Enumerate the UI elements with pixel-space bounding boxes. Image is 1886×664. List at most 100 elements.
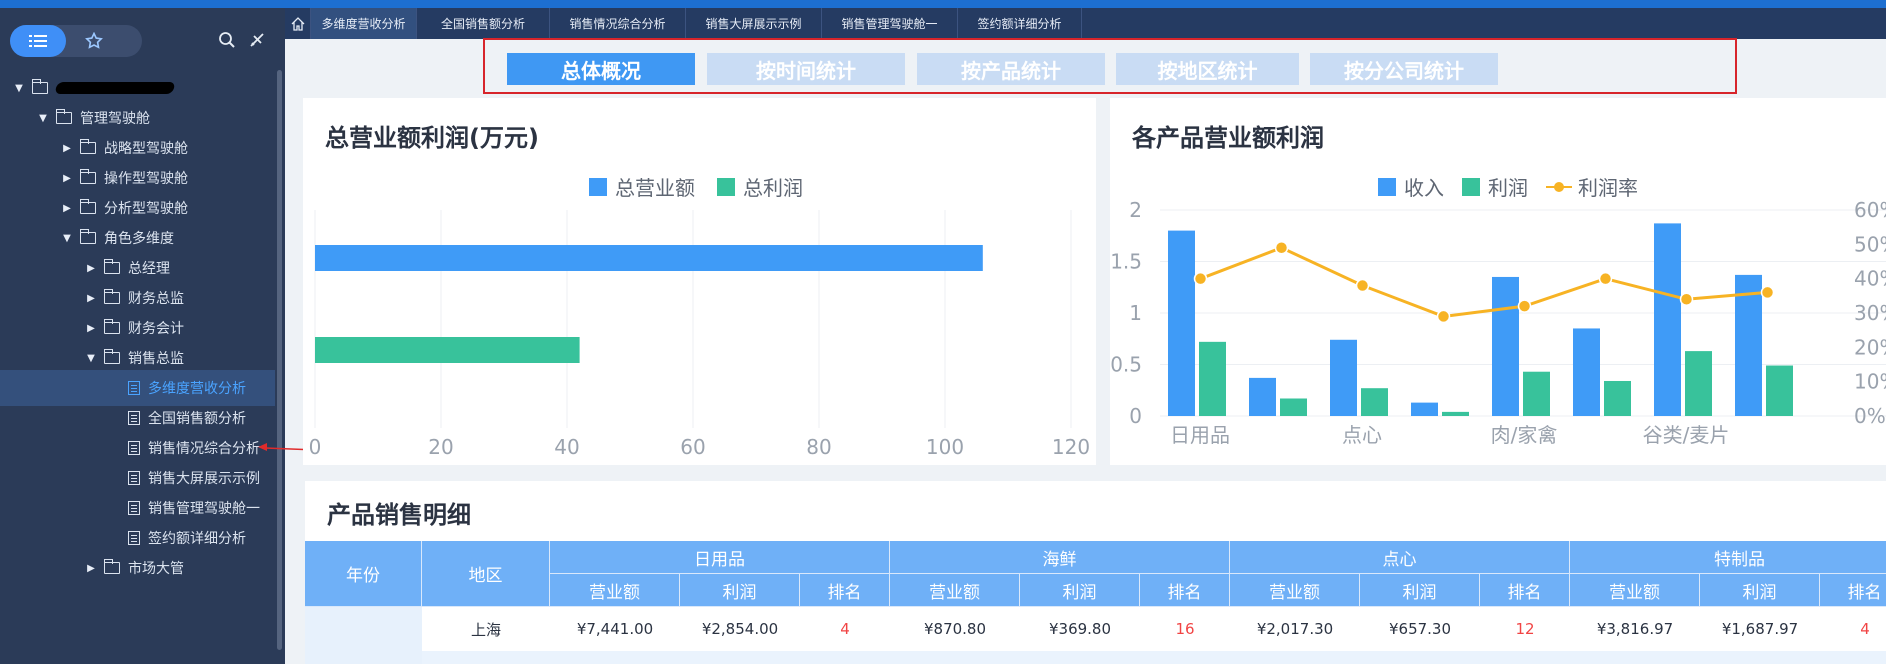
tab-sales-bigscreen[interactable]: 销售大屏展示示例 (686, 8, 822, 39)
header-subcol[interactable]: 营业额 (1570, 574, 1700, 607)
star-icon (85, 32, 103, 49)
bar-利润[interactable] (1523, 371, 1550, 416)
cell-revenue: ¥3,816.97 (1596, 620, 1674, 638)
revenue-profit-chart: 0 20 40 60 80 100 120 (309, 210, 1090, 459)
header-group[interactable]: 海鲜 (890, 541, 1230, 574)
folder-icon (104, 259, 120, 274)
tree-label: 财务会计 (128, 321, 184, 337)
y2-tick-label: 50% (1854, 232, 1886, 256)
search-icon[interactable] (217, 30, 237, 50)
x-tick-label: 120 (1052, 435, 1090, 459)
bar-利润[interactable] (1604, 380, 1631, 416)
header-subcol[interactable]: 利润 (1360, 574, 1480, 607)
cell-profit: ¥2,854.00 (701, 620, 779, 638)
bar-收入[interactable] (1654, 223, 1681, 416)
bar-利润[interactable] (1199, 341, 1226, 416)
header-year[interactable]: 年份 (305, 541, 422, 607)
filter-label: 按地区统计 (1157, 58, 1258, 83)
header-subcol[interactable]: 排名 (800, 574, 890, 607)
bar-收入[interactable] (1573, 328, 1600, 416)
profit-rate-point[interactable] (1760, 285, 1775, 300)
tab-national-sales[interactable]: 全国销售额分析 (417, 8, 550, 39)
caret-right-icon: ▶ (87, 262, 95, 274)
cell-revenue: ¥7,441.00 (576, 620, 654, 638)
bar-收入[interactable] (1168, 230, 1195, 416)
filter-by-region-button[interactable]: 按地区统计 (1116, 53, 1299, 85)
document-icon (128, 441, 140, 455)
x-tick-label: 60 (680, 435, 705, 459)
y2-tick-label: 20% (1854, 335, 1886, 359)
profit-rate-point[interactable] (1274, 241, 1289, 255)
tab-label: 销售大屏展示示例 (705, 17, 802, 31)
sidebar: ▼ ▼ 管理驾驶舱 ▶ 战略型驾驶舱 ▶ 操作型驾驶舱 ▶ 分析型驾驶舱 ▼ 角色多维度 … (0, 8, 285, 664)
header-subcol[interactable]: 营业额 (1230, 574, 1360, 607)
filter-overview-button[interactable]: 总体概况 (507, 53, 695, 85)
header-group[interactable]: 特制品 (1570, 541, 1886, 574)
filter-by-branch-button[interactable]: 按分公司统计 (1310, 53, 1498, 85)
y2-tick-label: 0% (1854, 404, 1886, 428)
product-chart-panel: 各产品营业额利润 收入 利润 利润率 00.511.520%10%20%30%4… (1110, 98, 1886, 465)
view-toggle (10, 25, 142, 57)
clear-filter-icon[interactable] (247, 30, 267, 50)
document-icon (128, 531, 140, 545)
tab-sales-overview[interactable]: 销售情况综合分析 (550, 8, 686, 39)
tree-item-market[interactable]: ▶ 市场大管 (0, 550, 275, 586)
tab-multidim-revenue[interactable]: 多维度营收分析 (311, 8, 417, 39)
profit-rate-point[interactable] (1193, 271, 1208, 286)
profit-rate-point[interactable] (1679, 292, 1694, 307)
caret-right-icon: ▶ (87, 322, 95, 334)
bar-利润[interactable] (1442, 411, 1469, 416)
header-subcol[interactable]: 营业额 (890, 574, 1020, 607)
tab-label: 销售管理驾驶舱一 (841, 17, 938, 31)
cell-rank: 12 (1515, 620, 1535, 638)
bar-总营业额[interactable] (315, 245, 983, 271)
folder-icon (80, 169, 96, 184)
filter-by-product-button[interactable]: 按产品统计 (917, 53, 1105, 85)
bar-利润[interactable] (1766, 365, 1793, 416)
header-subcol[interactable]: 利润 (1020, 574, 1140, 607)
header-group[interactable]: 点心 (1230, 541, 1570, 574)
sidebar-scrollbar[interactable] (277, 70, 282, 650)
header-region[interactable]: 地区 (422, 541, 550, 607)
profit-rate-point[interactable] (1598, 271, 1613, 286)
list-view-button[interactable] (10, 25, 66, 57)
header-subcol[interactable]: 排名 (1820, 574, 1886, 607)
profit-rate-point[interactable] (1436, 309, 1451, 324)
tree-label: 市场大管 (128, 561, 184, 577)
tab-sales-cockpit[interactable]: 销售管理驾驶舱一 (822, 8, 958, 39)
header-subcol[interactable]: 排名 (1140, 574, 1230, 607)
header-subcol[interactable]: 排名 (1480, 574, 1570, 607)
tree-label: 销售大屏展示示例 (148, 471, 260, 487)
home-tab[interactable] (285, 8, 311, 39)
bar-利润[interactable] (1361, 388, 1388, 416)
header-subcol[interactable]: 利润 (1700, 574, 1820, 607)
product-revenue-chart: 00.511.520%10%20%30%40%50%60%日用品点心肉/家禽谷类… (1110, 198, 1886, 447)
bar-总利润[interactable] (315, 337, 580, 363)
y-tick-label: 2 (1129, 198, 1142, 222)
favorites-button[interactable] (66, 25, 122, 57)
tree-label: 管理驾驶舱 (80, 111, 150, 127)
profit-rate-point[interactable] (1355, 278, 1370, 293)
folder-icon (104, 319, 120, 334)
bar-利润[interactable] (1280, 398, 1307, 416)
folder-icon (104, 289, 120, 304)
y-tick-label: 0.5 (1110, 353, 1142, 377)
header-group[interactable]: 日用品 (550, 541, 890, 574)
x-tick-label: 0 (309, 435, 322, 459)
cell-revenue: ¥2,017.30 (1256, 620, 1334, 638)
next-row (422, 651, 1886, 664)
bar-收入[interactable] (1492, 276, 1519, 416)
bar-收入[interactable] (1330, 339, 1357, 416)
profit-rate-point[interactable] (1517, 299, 1532, 313)
header-subcol[interactable]: 营业额 (550, 574, 680, 607)
y-tick-label: 0 (1129, 404, 1142, 428)
filter-label: 按分公司统计 (1344, 58, 1464, 83)
bar-利润[interactable] (1685, 351, 1712, 416)
filter-by-time-button[interactable]: 按时间统计 (707, 53, 905, 85)
header-subcol[interactable]: 利润 (680, 574, 800, 607)
bar-收入[interactable] (1249, 377, 1276, 416)
bar-收入[interactable] (1411, 402, 1438, 416)
cell-rank: 4 (1860, 620, 1870, 638)
tab-contract[interactable]: 签约额详细分析 (958, 8, 1082, 39)
tab-bar: 多维度营收分析 全国销售额分析 销售情况综合分析 销售大屏展示示例 销售管理驾驶… (285, 8, 1886, 39)
